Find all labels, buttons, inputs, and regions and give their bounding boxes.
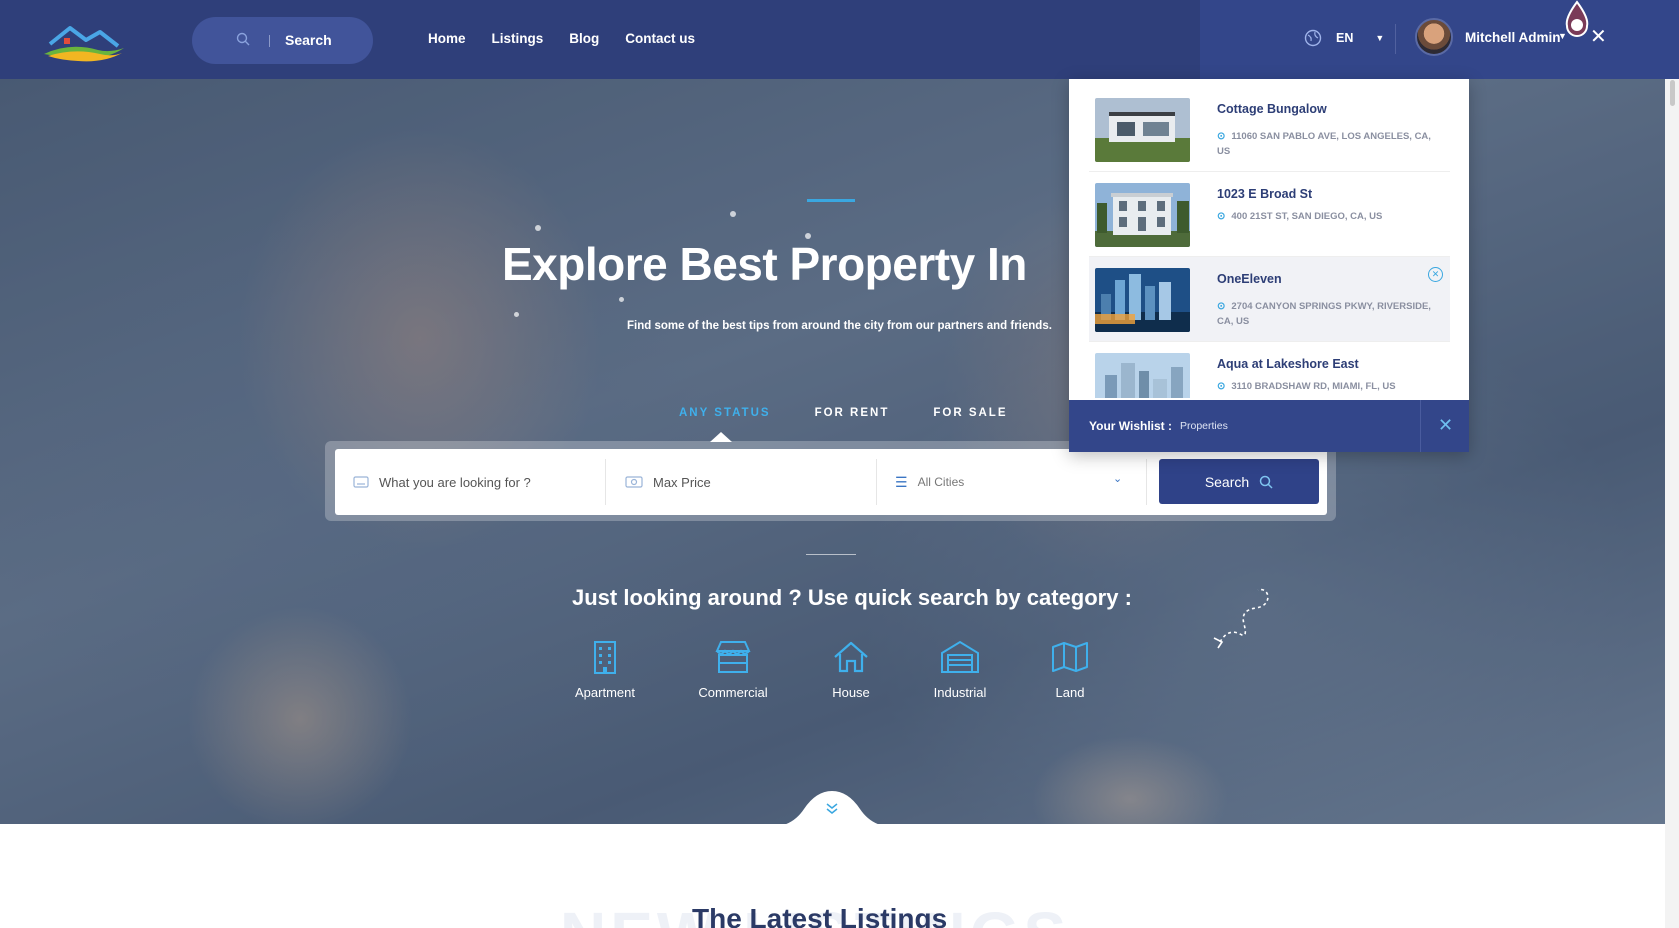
property-name[interactable]: OneEleven [1217, 272, 1282, 286]
property-address: ⊙ 3110 BRADSHAW RD, MIAMI, FL, US [1217, 381, 1396, 392]
search-icon [1259, 475, 1273, 489]
nav-listings[interactable]: Listings [492, 31, 544, 46]
category-apartment[interactable]: Apartment [560, 639, 650, 700]
site-logo[interactable] [40, 20, 126, 64]
drop-marker-icon [1565, 0, 1589, 37]
building-icon [594, 641, 616, 674]
hero-subtitle: Find some of the best tips from around t… [627, 320, 1052, 332]
close-icon[interactable]: ✕ [1590, 27, 1607, 47]
decorative-path-icon [1213, 588, 1269, 649]
globe-icon [1304, 29, 1322, 47]
field-divider [876, 459, 877, 505]
nav-contact-us[interactable]: Contact us [625, 31, 695, 46]
property-thumbnail[interactable] [1095, 268, 1190, 332]
latest-listings-title: The Latest Listings [692, 903, 948, 928]
close-icon[interactable]: ✕ [1438, 415, 1453, 436]
list-item[interactable]: Aqua at Lakeshore East ⊙ 3110 BRADSHAW RD… [1089, 342, 1450, 398]
section-divider [806, 554, 856, 555]
wishlist-count[interactable]: Properties [1180, 420, 1228, 432]
max-price-field[interactable]: Max Price [625, 449, 855, 515]
category-label: Land [1055, 685, 1085, 700]
hero-title: Explore Best Property In [502, 238, 1027, 290]
category-commercial[interactable]: Commercial [688, 639, 778, 700]
property-address: ⊙ 400 21ST ST, SAN DIEGO, CA, US [1217, 211, 1383, 222]
keyword-field[interactable]: What you are looking for ? [353, 449, 583, 515]
keyboard-icon [353, 476, 369, 488]
category-house[interactable]: House [806, 639, 896, 700]
scroll-down-button[interactable] [770, 787, 894, 824]
title-accent-bar [807, 199, 855, 202]
wishlist-label: Your Wishlist : [1089, 419, 1173, 433]
language-selector[interactable]: EN ▼ [1304, 29, 1384, 47]
keyword-placeholder: What you are looking for ? [379, 474, 531, 490]
top-header: Search Home Listings Blog Contact us EN … [0, 0, 1679, 79]
main-nav: Home Listings Blog Contact us [428, 31, 695, 46]
wishlist-items: Cottage Bungalow ⊙ 11060 SAN PABLO AVE, L… [1089, 87, 1450, 398]
money-icon [625, 476, 643, 488]
property-thumbnail[interactable] [1095, 183, 1190, 247]
list-icon: ☰ [895, 473, 908, 490]
field-divider [1146, 459, 1147, 505]
wishlist-footer: Your Wishlist : Properties ✕ [1069, 400, 1469, 452]
search-button[interactable]: Search [1159, 459, 1319, 504]
decor-dot [730, 211, 736, 217]
location-pin-icon: ⊙ [1217, 211, 1226, 222]
category-label: Apartment [575, 685, 635, 700]
status-tabs: ANY STATUS FOR RENT FOR SALE [679, 407, 1007, 419]
search-icon [236, 32, 250, 46]
tab-any-status[interactable]: ANY STATUS [679, 407, 771, 419]
decor-dot [535, 225, 541, 231]
header-divider [1395, 24, 1396, 54]
wishlist-dropdown: Cottage Bungalow ⊙ 11060 SAN PABLO AVE, L… [1069, 79, 1469, 452]
page-scrollbar[interactable] [1665, 79, 1679, 928]
remove-from-wishlist-icon[interactable]: ✕ [1428, 267, 1443, 282]
nav-home[interactable]: Home [428, 31, 466, 46]
nav-blog[interactable]: Blog [569, 31, 599, 46]
location-pin-icon: ⊙ [1217, 131, 1226, 142]
category-land[interactable]: Land [1025, 639, 1115, 700]
list-item[interactable]: OneEleven ⊙ 2704 CANYON SPRINGS PKWY, RIV… [1089, 257, 1450, 342]
avatar[interactable] [1415, 18, 1453, 56]
city-selected-value: All Cities [917, 475, 965, 489]
property-address: ⊙ 11060 SAN PABLO AVE, LOS ANGELES, CA, U… [1217, 131, 1431, 157]
list-item[interactable]: 1023 E Broad St ⊙ 400 21ST ST, SAN DIEGO,… [1089, 172, 1450, 257]
chevron-down-icon: ▼ [1375, 33, 1385, 43]
property-name[interactable]: Cottage Bungalow [1217, 102, 1327, 116]
user-name[interactable]: Mitchell Admin [1465, 30, 1561, 45]
category-label: Industrial [933, 685, 987, 700]
search-button-label: Search [1204, 473, 1250, 490]
property-thumbnail[interactable] [1095, 353, 1190, 398]
header-search-label: Search [285, 32, 332, 48]
map-icon [1052, 642, 1088, 672]
garage-icon [941, 640, 979, 673]
location-pin-icon: ⊙ [1217, 381, 1226, 392]
city-select[interactable]: ☰ All Cities [895, 449, 1130, 515]
chevron-down-icon[interactable]: ⌄ [1113, 472, 1122, 485]
property-name[interactable]: Aqua at Lakeshore East [1217, 357, 1359, 371]
property-thumbnail[interactable] [1095, 98, 1190, 162]
location-pin-icon: ⊙ [1217, 301, 1226, 312]
category-label: House [832, 685, 870, 700]
store-icon [715, 641, 751, 673]
list-item[interactable]: Cottage Bungalow ⊙ 11060 SAN PABLO AVE, L… [1089, 87, 1450, 172]
max-price-placeholder: Max Price [653, 474, 711, 490]
tab-for-rent[interactable]: FOR RENT [815, 407, 890, 419]
quick-search-title: Just looking around ? Use quick search b… [572, 585, 1132, 610]
tab-for-sale[interactable]: FOR SALE [933, 407, 1007, 419]
property-address: ⊙ 2704 CANYON SPRINGS PKWY, RIVERSIDE, CA… [1217, 301, 1431, 327]
property-name[interactable]: 1023 E Broad St [1217, 187, 1312, 201]
decor-dot [619, 297, 624, 302]
language-label: EN [1336, 31, 1354, 45]
category-industrial[interactable]: Industrial [915, 639, 1005, 700]
field-divider [605, 459, 606, 505]
header-search-button[interactable]: Search [192, 17, 373, 64]
scrollbar-thumb[interactable] [1670, 80, 1675, 106]
category-list: Apartment Commercial House Industrial La… [560, 639, 1100, 719]
category-label: Commercial [698, 685, 768, 700]
decor-dot [514, 312, 519, 317]
search-separator [269, 35, 270, 47]
footer-divider [1420, 400, 1421, 452]
house-icon [834, 641, 868, 673]
